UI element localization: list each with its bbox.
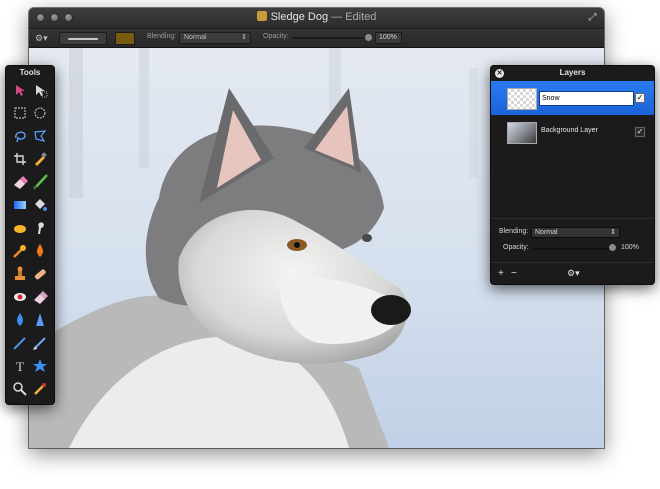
layer-name: Background Layer <box>541 127 598 134</box>
text-icon[interactable]: T <box>10 356 30 376</box>
red-eye-icon[interactable] <box>10 287 30 307</box>
opacity-slider-knob[interactable] <box>365 34 372 41</box>
gear-icon[interactable]: ⚙▾ <box>35 33 48 44</box>
heal-icon[interactable] <box>30 264 50 284</box>
shape-icon[interactable] <box>30 356 50 376</box>
brush-icon[interactable] <box>30 172 50 192</box>
blur-icon[interactable] <box>10 310 30 330</box>
fullscreen-arrows-icon[interactable]: ⤢ <box>587 12 598 23</box>
opacity-slider-track[interactable] <box>292 37 372 39</box>
rect-select-icon[interactable] <box>10 103 30 123</box>
tools-palette: Tools T <box>5 65 55 405</box>
brush-color-well[interactable] <box>115 32 135 45</box>
smudge-eraser-icon[interactable] <box>30 287 50 307</box>
vector-pen-icon[interactable] <box>30 333 50 353</box>
layer-name-field[interactable] <box>539 91 634 106</box>
add-layer-button[interactable]: + <box>498 268 504 279</box>
select-arrows-icon: ⇕ <box>610 229 616 236</box>
document-icon <box>256 11 267 21</box>
opacity-field[interactable]: 100% <box>375 32 402 44</box>
layer-opacity-value: 100% <box>621 244 639 251</box>
crop-icon[interactable] <box>10 149 30 169</box>
layer-visibility-checkbox[interactable]: ✓ <box>635 93 645 103</box>
selection-move-icon[interactable] <box>30 80 50 100</box>
gear-icon[interactable]: ⚙▾ <box>567 268 580 279</box>
blending-label: Blending: <box>147 33 177 40</box>
eraser-icon[interactable] <box>10 172 30 192</box>
layer-blending-select[interactable]: Normal ⇕ <box>531 227 620 238</box>
dodge-icon[interactable] <box>30 241 50 261</box>
paint-bucket-icon[interactable] <box>30 195 50 215</box>
burn-icon[interactable] <box>10 241 30 261</box>
polygon-lasso-icon[interactable] <box>30 126 50 146</box>
select-arrows-icon: ⇕ <box>241 34 247 41</box>
pen-icon[interactable] <box>10 333 30 353</box>
window-title: Sledge Dog — Edited <box>29 11 604 23</box>
sharpen-icon[interactable] <box>30 310 50 330</box>
layers-palette-title: Layers <box>559 68 586 77</box>
layer-thumbnail <box>507 88 537 110</box>
svg-text:T: T <box>16 359 24 374</box>
layer-thumbnail <box>507 122 537 144</box>
clone-stamp-icon[interactable] <box>10 264 30 284</box>
title-separator: — <box>328 11 346 23</box>
lasso-icon[interactable] <box>10 126 30 146</box>
blending-label: Blending: <box>499 228 529 235</box>
sponge-icon[interactable] <box>10 218 30 238</box>
opacity-label: Opacity: <box>263 33 289 40</box>
opacity-label: Opacity: <box>503 244 529 251</box>
options-bar: ⚙▾ Blending: Normal ⇕ Opacity: 100% <box>29 29 604 48</box>
blending-select-value: Normal <box>184 34 207 41</box>
edited-status: Edited <box>345 11 377 23</box>
layer-row-background[interactable]: Background Layer ✓ <box>491 115 654 149</box>
layers-palette: ✕ Layers ✓ Background Layer ✓ Blending: … <box>490 65 655 285</box>
smudge-icon[interactable] <box>30 218 50 238</box>
remove-layer-button[interactable]: − <box>511 268 517 279</box>
eyedropper-icon[interactable] <box>30 149 50 169</box>
layer-opacity-slider-knob[interactable] <box>609 244 616 251</box>
title-bar[interactable]: Sledge Dog — Edited ⤢ <box>29 8 604 29</box>
layer-blending-value: Normal <box>535 229 558 236</box>
tools-palette-title: Tools <box>19 68 41 77</box>
color-picker-icon[interactable] <box>30 379 50 399</box>
brush-preview[interactable] <box>59 32 107 45</box>
document-name: Sledge Dog <box>270 11 329 23</box>
zoom-icon[interactable] <box>10 379 30 399</box>
layer-row-snow[interactable]: ✓ <box>491 81 654 115</box>
layer-visibility-checkbox[interactable]: ✓ <box>635 127 645 137</box>
layer-opacity-slider-track[interactable] <box>533 248 613 250</box>
blending-select[interactable]: Normal ⇕ <box>179 32 251 44</box>
divider <box>491 218 654 219</box>
gradient-icon[interactable] <box>10 195 30 215</box>
arrange-icon[interactable] <box>10 80 30 100</box>
layers-footer: + − ⚙▾ <box>491 262 654 285</box>
ellipse-select-icon[interactable] <box>30 103 50 123</box>
